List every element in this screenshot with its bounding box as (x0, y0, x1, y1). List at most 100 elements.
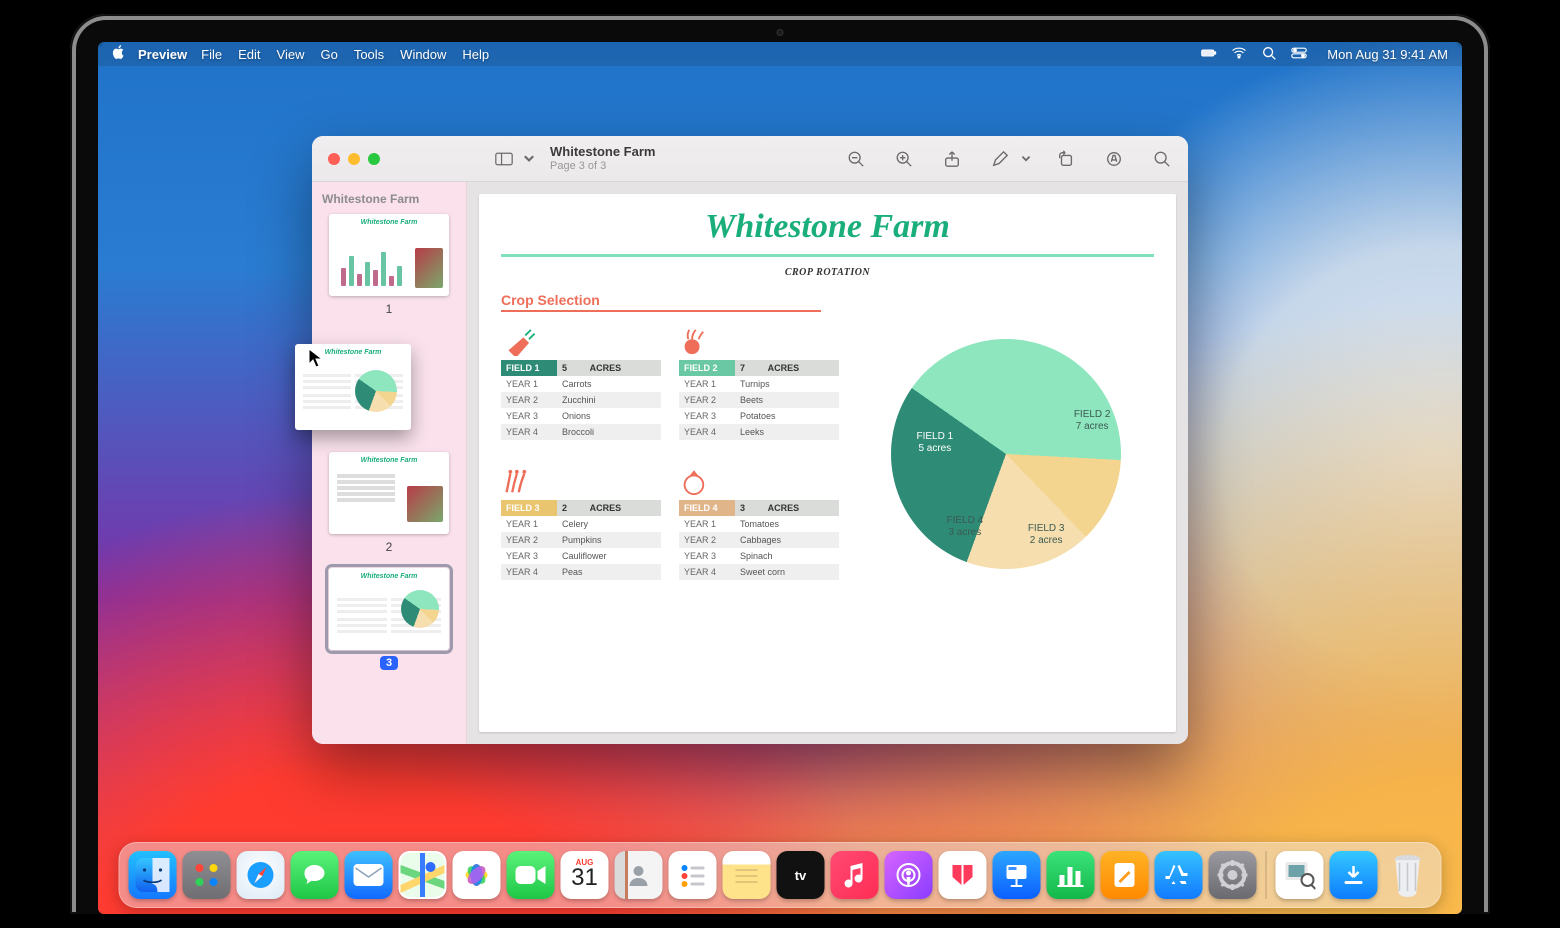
numbers-icon[interactable] (1047, 851, 1095, 899)
share-button[interactable] (938, 145, 966, 173)
field-3-block: FIELD 3 2 ACRES YEAR 1Celery YEAR 2Pumpk… (501, 468, 661, 580)
menu-go[interactable]: Go (320, 47, 337, 62)
search-button[interactable] (1148, 145, 1176, 173)
launchpad-icon[interactable] (183, 851, 231, 899)
highlight-button[interactable] (1100, 145, 1128, 173)
menu-help[interactable]: Help (462, 47, 489, 62)
battery-icon[interactable] (1201, 45, 1217, 64)
pages-icon[interactable] (1101, 851, 1149, 899)
menu-view[interactable]: View (277, 47, 305, 62)
menubar: Preview File Edit View Go Tools Window H… (98, 42, 1462, 66)
desktop: Preview File Edit View Go Tools Window H… (98, 42, 1462, 914)
zoom-out-button[interactable] (842, 145, 870, 173)
page-label: 2 (386, 540, 393, 554)
music-icon[interactable] (831, 851, 879, 899)
markup-chevron-icon[interactable] (1020, 145, 1032, 173)
pie-chart: FIELD 15 acres FIELD 27 acres FIELD 32 a… (857, 328, 1154, 580)
window-title: Whitestone Farm (550, 145, 655, 159)
menu-tools[interactable]: Tools (354, 47, 384, 62)
apple-menu-icon[interactable] (112, 45, 126, 63)
pie-label-field3: FIELD 32 acres (1028, 523, 1065, 547)
zoom-in-button[interactable] (890, 145, 918, 173)
spotlight-icon[interactable] (1261, 45, 1277, 64)
contacts-icon[interactable] (615, 851, 663, 899)
thumb-photo (415, 248, 443, 288)
minimize-button[interactable] (348, 153, 360, 165)
preview-dock-icon[interactable] (1276, 851, 1324, 899)
traffic-lights (328, 153, 380, 165)
page-view[interactable]: Whitestone Farm CROP ROTATION Crop Selec… (467, 182, 1188, 744)
celery-icon (501, 468, 661, 496)
pie-label-field4: FIELD 43 acres (947, 515, 984, 539)
dock-separator (1266, 851, 1267, 899)
carrot-icon (501, 328, 661, 356)
facetime-icon[interactable] (507, 851, 555, 899)
macbook-frame: Preview File Edit View Go Tools Window H… (70, 14, 1490, 914)
menubar-status: Mon Aug 31 9:41 AM (1201, 45, 1448, 64)
trash-icon[interactable] (1384, 851, 1432, 899)
control-center-icon[interactable] (1291, 45, 1307, 64)
sidebar-toggle-chevron-icon[interactable] (522, 145, 536, 173)
sidebar-title: Whitestone Farm (322, 192, 456, 206)
title-block: Whitestone Farm Page 3 of 3 (550, 145, 655, 171)
sidebar-toggle-button[interactable] (490, 145, 518, 173)
settings-icon[interactable] (1209, 851, 1257, 899)
document-page: Whitestone Farm CROP ROTATION Crop Selec… (479, 194, 1176, 732)
appstore-icon[interactable] (1155, 851, 1203, 899)
thumbnail[interactable]: Whitestone Farm (329, 568, 449, 650)
titlebar[interactable]: Whitestone Farm Page 3 of 3 (312, 136, 1188, 182)
reminders-icon[interactable] (669, 851, 717, 899)
bezel: Preview File Edit View Go Tools Window H… (76, 20, 1484, 914)
cursor-icon (308, 348, 324, 371)
notes-icon[interactable] (723, 851, 771, 899)
messages-icon[interactable] (291, 851, 339, 899)
toolbar-right (842, 145, 1176, 173)
downloads-icon[interactable] (1330, 851, 1378, 899)
page-label: 1 (386, 302, 393, 316)
doc-title: Whitestone Farm (501, 208, 1154, 246)
window-subtitle: Page 3 of 3 (550, 160, 655, 172)
tomato-icon (679, 468, 839, 496)
menubar-clock[interactable]: Mon Aug 31 9:41 AM (1327, 47, 1448, 62)
thumb-3[interactable]: Whitestone Farm 3 (320, 568, 458, 670)
camera (777, 29, 784, 36)
finder-icon[interactable] (129, 851, 177, 899)
thumb-2[interactable]: Whitestone Farm 2 (320, 452, 458, 554)
thumbnail[interactable]: Whitestone Farm (329, 214, 449, 296)
thumb-1[interactable]: Whitestone Farm 1 (320, 214, 458, 316)
photos-icon[interactable] (453, 851, 501, 899)
rotate-button[interactable] (1052, 145, 1080, 173)
close-button[interactable] (328, 153, 340, 165)
mail-icon[interactable] (345, 851, 393, 899)
section-rule (501, 310, 821, 312)
tv-icon[interactable]: tv (777, 851, 825, 899)
menu-window[interactable]: Window (400, 47, 446, 62)
keynote-icon[interactable] (993, 851, 1041, 899)
title-rule (501, 254, 1154, 257)
safari-icon[interactable] (237, 851, 285, 899)
preview-window: Whitestone Farm Page 3 of 3 (312, 136, 1188, 744)
thumbnail-sidebar[interactable]: Whitestone Farm Whitestone Farm (312, 182, 467, 744)
beet-icon (679, 328, 839, 356)
app-name[interactable]: Preview (138, 47, 187, 62)
wifi-icon[interactable] (1231, 45, 1247, 64)
news-icon[interactable] (939, 851, 987, 899)
field-4-block: FIELD 4 3 ACRES YEAR 1Tomatoes YEAR 2Cab… (679, 468, 839, 580)
menu-edit[interactable]: Edit (238, 47, 260, 62)
dock: AUG 31 tv (119, 842, 1442, 908)
pie-label-field2: FIELD 27 acres (1074, 409, 1111, 433)
zoom-button[interactable] (368, 153, 380, 165)
calendar-icon[interactable]: AUG 31 (561, 851, 609, 899)
maps-icon[interactable] (399, 851, 447, 899)
section-heading: Crop Selection (501, 292, 1154, 308)
pie-label-field1: FIELD 15 acres (917, 431, 954, 455)
field-tables: FIELD 1 5 ACRES YEAR 1Carrots YEAR 2Zucc… (501, 328, 839, 580)
doc-subtitle: CROP ROTATION (501, 267, 1154, 278)
menu-file[interactable]: File (201, 47, 222, 62)
thumbnail[interactable]: Whitestone Farm (329, 452, 449, 534)
podcasts-icon[interactable] (885, 851, 933, 899)
page-badge: 3 (380, 656, 398, 670)
field-2-block: FIELD 2 7 ACRES YEAR 1Turnips YEAR 2Beet… (679, 328, 839, 440)
field-1-block: FIELD 1 5 ACRES YEAR 1Carrots YEAR 2Zucc… (501, 328, 661, 440)
markup-button[interactable] (986, 145, 1014, 173)
